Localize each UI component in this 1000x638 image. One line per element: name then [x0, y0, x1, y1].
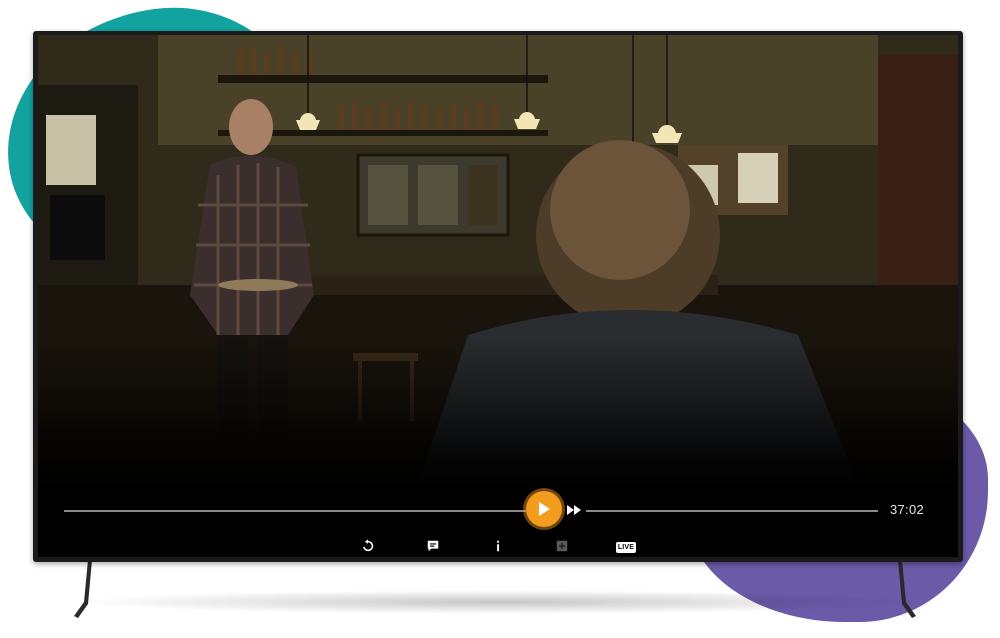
play-icon — [539, 502, 550, 516]
video-screen[interactable]: 37:02 LIVE — [38, 35, 958, 557]
info-button[interactable] — [490, 539, 506, 553]
subtitles-button[interactable] — [425, 539, 441, 553]
progress-bar-remaining[interactable] — [586, 510, 878, 512]
subtitles-icon — [427, 540, 439, 552]
tv-stand-left — [74, 560, 96, 620]
live-button[interactable]: LIVE — [616, 542, 636, 553]
fast-forward-icon — [567, 505, 581, 515]
tv-stand-right — [894, 560, 916, 620]
tv-shadow — [70, 590, 930, 614]
replay-icon — [363, 539, 374, 552]
info-icon — [497, 540, 500, 552]
play-button[interactable] — [526, 491, 562, 527]
fast-forward-button[interactable] — [566, 503, 582, 517]
time-remaining: 37:02 — [890, 502, 925, 517]
add-button[interactable] — [554, 539, 570, 553]
video-frame — [38, 35, 958, 495]
replay-button[interactable] — [360, 539, 376, 553]
player-controls: 37:02 LIVE — [38, 455, 958, 557]
progress-bar-elapsed[interactable] — [64, 510, 526, 512]
add-icon — [556, 540, 568, 552]
